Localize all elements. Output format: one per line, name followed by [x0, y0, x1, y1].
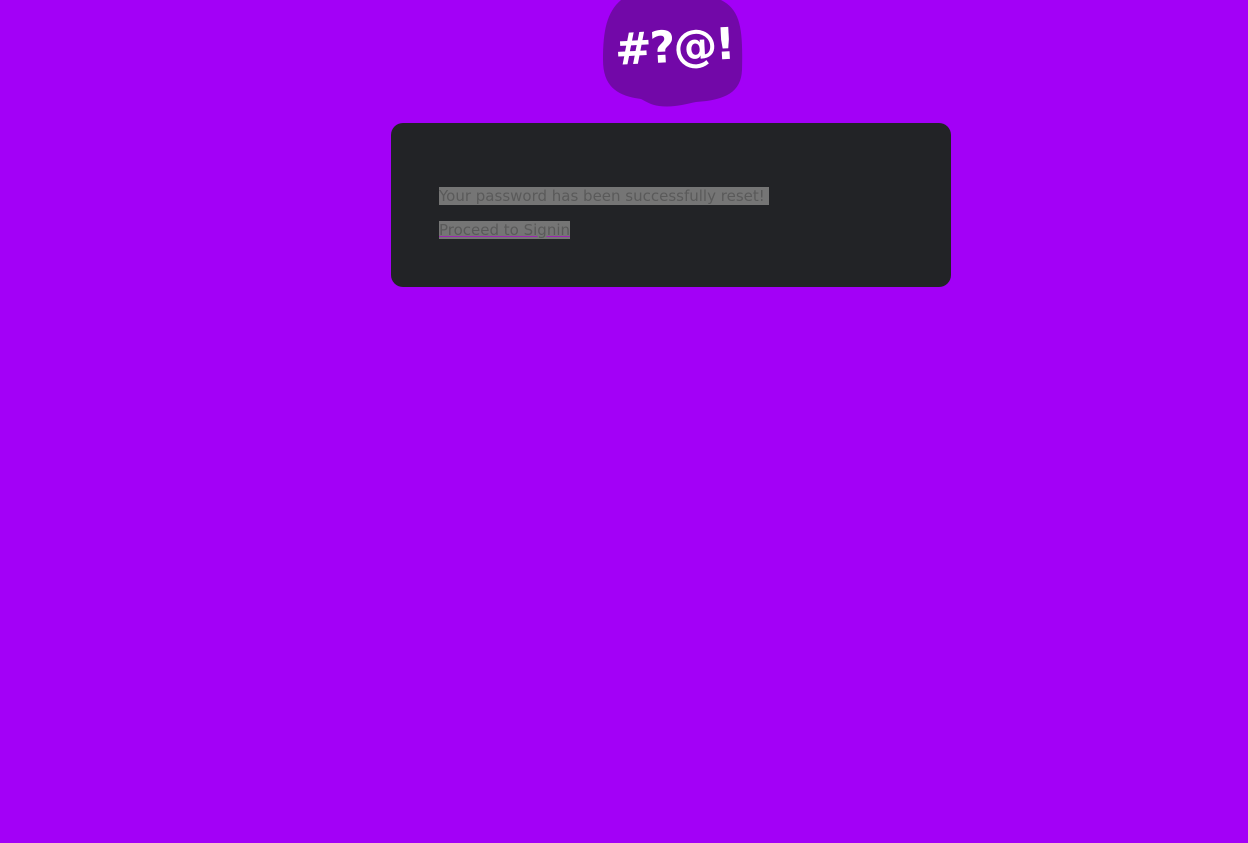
- reset-success-card: Your password has been successfully rese…: [391, 123, 951, 287]
- logo-text: #?@!: [613, 18, 735, 76]
- proceed-to-signin-link[interactable]: Proceed to Signin: [439, 221, 571, 239]
- logo: #?@!: [601, 0, 743, 108]
- success-message: Your password has been successfully rese…: [439, 187, 769, 205]
